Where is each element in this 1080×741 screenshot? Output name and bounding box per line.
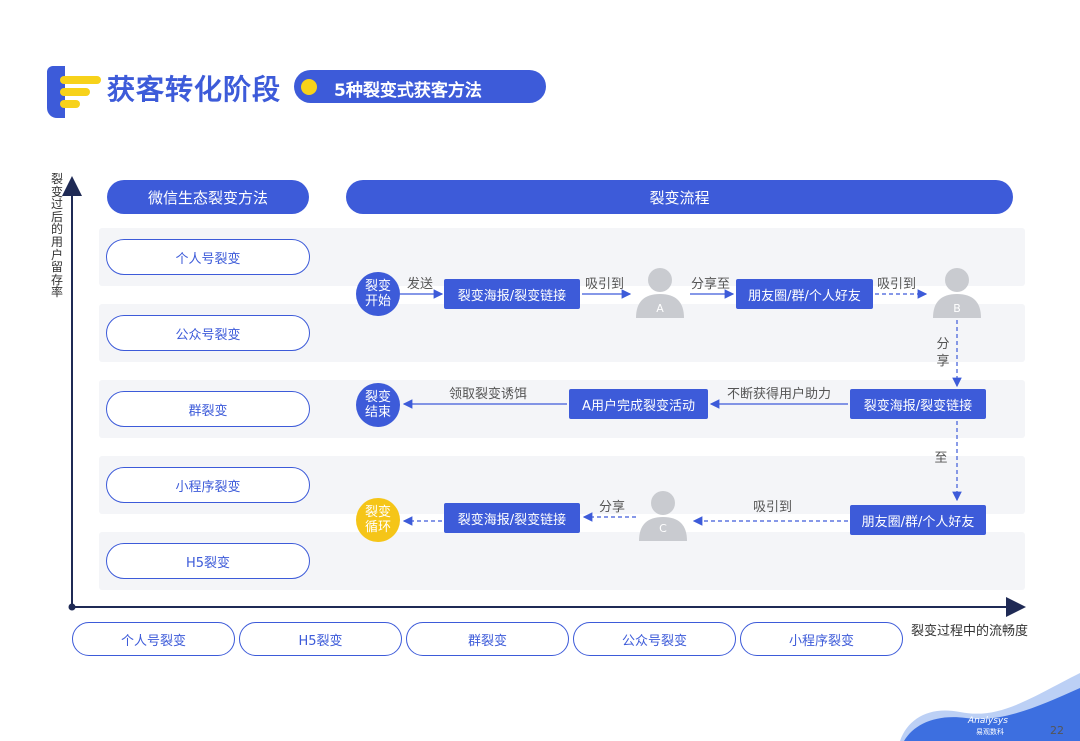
- edge-label: 发送: [407, 277, 434, 292]
- method-pill: H5裂变: [106, 543, 310, 579]
- avatar-label: C: [659, 522, 667, 535]
- brand-logo-subtext: 易观数科: [976, 728, 1004, 736]
- edge-label: 分享至: [691, 277, 731, 292]
- x-axis-label: 裂变过程中的流畅度: [911, 624, 1029, 639]
- edge-label: 分享: [599, 500, 626, 515]
- fluency-pill: 小程序裂变: [740, 622, 903, 656]
- edge-label: 领取裂变诱饵: [449, 387, 528, 402]
- vertical-edge-label: 分享: [936, 337, 950, 369]
- avatar-label: B: [953, 302, 961, 315]
- flow-box: 裂变海报/裂变链接: [850, 389, 986, 419]
- flow-column-header: 裂变流程: [346, 180, 1013, 214]
- method-pill: 公众号裂变: [106, 315, 310, 351]
- flow-box: 裂变海报/裂变链接: [444, 279, 580, 309]
- edge-label: 吸引到: [753, 500, 793, 515]
- fluency-pill: H5裂变: [239, 622, 402, 656]
- fluency-pill: 群裂变: [406, 622, 569, 656]
- brand-logo-text: Analysys: [968, 716, 1008, 726]
- flow-box: 朋友圈/群/个人好友: [736, 279, 873, 309]
- edge-label: 吸引到: [877, 277, 917, 292]
- edge-label: 不断获得用户助力: [727, 387, 832, 402]
- flow-box: 裂变海报/裂变链接: [444, 503, 580, 533]
- start-node: 裂变 开始: [356, 272, 400, 316]
- loop-node: 裂变 循环: [356, 498, 400, 542]
- edge-label: 吸引到: [585, 277, 625, 292]
- avatar-label: A: [656, 302, 664, 315]
- methods-column-header: 微信生态裂变方法: [107, 180, 309, 214]
- method-pill: 个人号裂变: [106, 239, 310, 275]
- fluency-pill: 个人号裂变: [72, 622, 235, 656]
- fluency-pill: 公众号裂变: [573, 622, 736, 656]
- end-node: 裂变 结束: [356, 383, 400, 427]
- method-pill: 群裂变: [106, 391, 310, 427]
- method-pill: 小程序裂变: [106, 467, 310, 503]
- flow-box: 朋友圈/群/个人好友: [850, 505, 986, 535]
- vertical-edge-label: 至: [934, 451, 948, 466]
- page-number: 22: [1050, 724, 1064, 737]
- flow-box: A用户完成裂变活动: [569, 389, 708, 419]
